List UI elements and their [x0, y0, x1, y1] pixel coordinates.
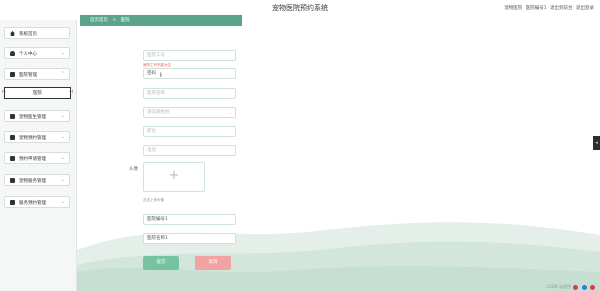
- sidebar-item-label: 个人中心: [19, 51, 37, 57]
- hospital-link[interactable]: 宠物医院: [504, 6, 522, 11]
- sidebar-item-appointment-request[interactable]: 预约申请管理 ⌄: [4, 152, 70, 164]
- logout-link[interactable]: 退出登录: [576, 6, 594, 11]
- grid-icon: [10, 114, 15, 119]
- sidebar-item-label: 服务预约管理: [19, 200, 46, 206]
- hospital-id-link[interactable]: 医院编号1: [526, 6, 547, 11]
- sidebar-subitem-hospital[interactable]: ⊢ 医院 ⊣: [2, 87, 73, 99]
- chevron-down-icon: ⌄: [60, 155, 65, 161]
- form-row-hospital-name-2: 医院名称 医院名称1: [80, 233, 380, 245]
- side-panel-toggle[interactable]: ◂: [593, 136, 600, 150]
- chevron-down-icon: ⌄: [60, 177, 65, 183]
- grid-icon: [10, 72, 15, 77]
- chevron-up-icon: ⌃: [60, 71, 65, 77]
- sidebar-item-label: 预约申请管理: [19, 156, 46, 162]
- form-row-hospital-no: *医院工号 医院工号: [80, 50, 380, 62]
- arrow-right-icon: ⊣: [68, 89, 73, 95]
- hospital-name-input[interactable]: 医院名称: [143, 88, 236, 99]
- submit-button[interactable]: 提交: [143, 256, 179, 270]
- sidebar-item-label: 宠物预约管理: [19, 135, 46, 141]
- hospital-name-display-input[interactable]: 医院名称1: [143, 233, 236, 244]
- phone-input[interactable]: 电话: [143, 145, 236, 156]
- position-input[interactable]: 职位: [143, 126, 236, 137]
- form-row-hospital-id: 医院编号 医院编号1: [80, 214, 380, 226]
- grid-icon: [10, 200, 15, 205]
- monitor-icon: [10, 135, 15, 140]
- form-row-password: *密码 密码: [80, 68, 380, 80]
- sidebar-item-label: 宠物服务管理: [19, 178, 46, 184]
- tray-text: CSDN @程序: [546, 284, 572, 289]
- breadcrumb-stripes: [176, 15, 242, 26]
- sidebar-item-home[interactable]: 系统首页: [4, 27, 70, 39]
- sidebar-subitem-label: 医院: [33, 91, 42, 96]
- arrow-left-icon: ⊢: [2, 89, 7, 95]
- chevron-down-icon: ⌄: [60, 199, 65, 205]
- chevron-down-icon: ⌄: [60, 134, 65, 140]
- photo-upload[interactable]: +: [143, 162, 205, 192]
- user-icon: [10, 51, 15, 56]
- breadcrumb-separator: >: [112, 18, 117, 23]
- sidebar-item-hospital[interactable]: 医院管理 ⌃: [4, 68, 70, 80]
- sidebar-item-vet[interactable]: 宠物医生管理 ⌄: [4, 110, 70, 122]
- sidebar-item-label: 系统首页: [19, 31, 37, 37]
- cancel-button[interactable]: 取消: [195, 256, 231, 270]
- plus-icon: +: [168, 168, 180, 183]
- sidebar-item-pet-appointment[interactable]: 宠物预约管理 ⌄: [4, 131, 70, 143]
- form-row-phone: 电话 电话: [80, 145, 380, 157]
- upload-hint: 点击上传头像: [143, 198, 164, 202]
- breadcrumb-home[interactable]: 首页首页: [90, 18, 108, 23]
- sidebar-item-service-appointment[interactable]: 服务预约管理 ⌄: [4, 196, 70, 208]
- chevron-down-icon: ⌄: [60, 50, 65, 56]
- grid-icon: [10, 156, 15, 161]
- password-input[interactable]: 密码: [143, 68, 236, 79]
- tray-icon: [590, 284, 595, 290]
- gender-select-placeholder: 请选择性别: [147, 110, 170, 115]
- breadcrumb-current: 医院: [120, 18, 130, 23]
- chevron-down-icon: ⌄: [60, 113, 65, 119]
- sidebar-item-label: 医院管理: [19, 72, 37, 78]
- form-row-position: 职位 职位: [80, 126, 380, 138]
- form-row-gender: 性别 请选择性别 ⌄: [80, 107, 380, 119]
- chevron-down-icon: ⌄: [228, 110, 232, 115]
- sidebar: 系统首页 个人中心 ⌄ 医院管理 ⌃ 宠物医生管理 ⌄ 宠物预约管理 ⌄ 预约申…: [0, 20, 77, 291]
- gender-select[interactable]: 请选择性别 ⌄: [143, 107, 236, 118]
- text-cursor-icon: I: [160, 72, 162, 79]
- sidebar-item-label: 宠物医生管理: [19, 114, 46, 120]
- tray-icon: [573, 284, 579, 290]
- sidebar-item-profile[interactable]: 个人中心 ⌄: [4, 47, 70, 59]
- tray-icon: [581, 284, 587, 290]
- hospital-id-input[interactable]: 医院编号1: [143, 214, 236, 225]
- back-to-frontend-link[interactable]: 退出到前台: [550, 6, 573, 11]
- system-tray: CSDN @程序: [546, 284, 596, 290]
- photo-label: 头像: [129, 167, 138, 172]
- bag-icon: [10, 178, 15, 183]
- home-icon: [10, 31, 15, 36]
- hospital-no-input[interactable]: 医院工号: [143, 50, 236, 61]
- sidebar-item-pet-service[interactable]: 宠物服务管理 ⌄: [4, 174, 70, 186]
- form-row-hospital-name: *医院名称 医院名称: [80, 88, 380, 100]
- top-links: 宠物医院 医院编号1 退出到前台 退出登录: [502, 5, 594, 11]
